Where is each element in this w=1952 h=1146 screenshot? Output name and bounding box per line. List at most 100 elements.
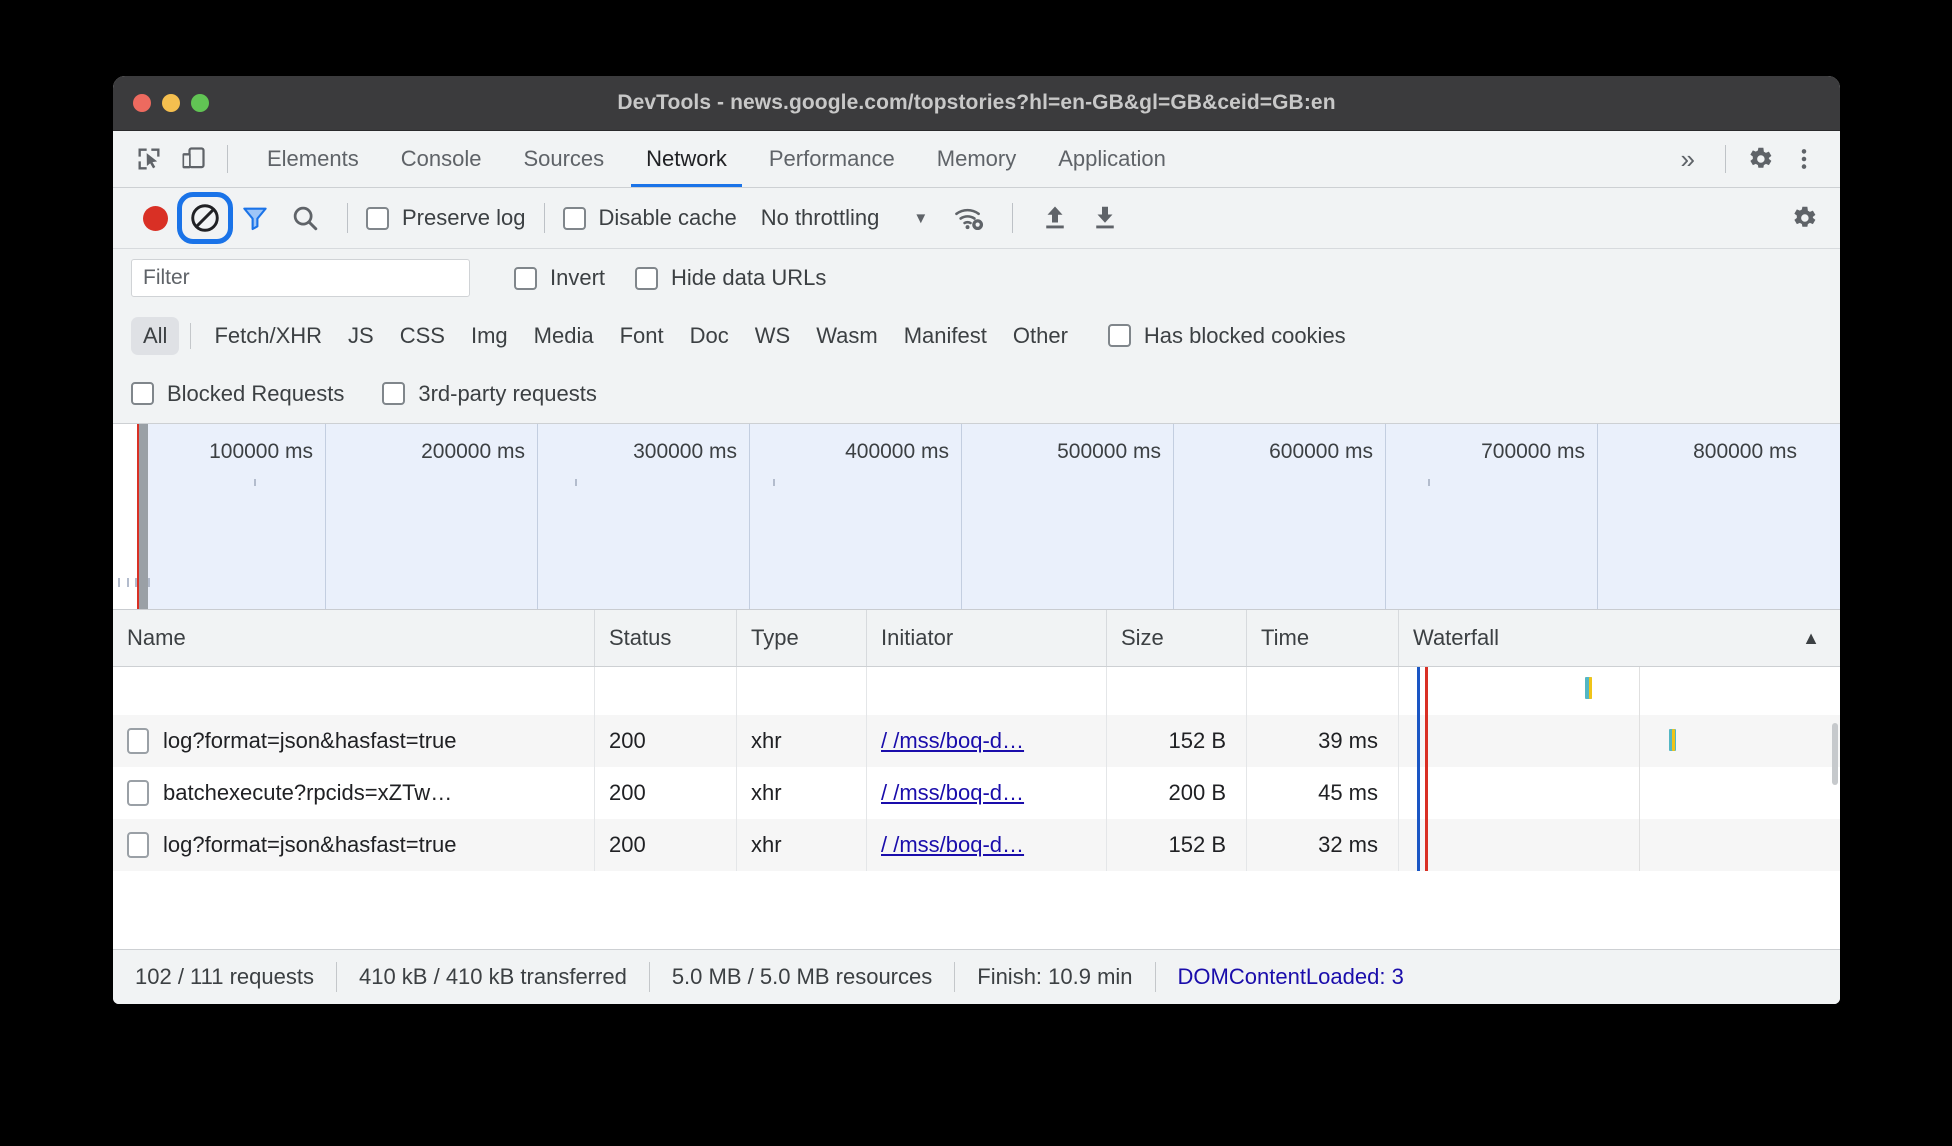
column-header-type[interactable]: Type <box>737 610 867 666</box>
chip-label: JS <box>348 322 374 348</box>
tab-network[interactable]: Network <box>625 131 748 187</box>
type-filter-ws[interactable]: WS <box>743 317 802 355</box>
device-toolbar-icon[interactable] <box>171 137 215 181</box>
type-filter-js[interactable]: JS <box>336 317 386 355</box>
gear-icon[interactable] <box>1738 137 1782 181</box>
hide-data-urls-label: Hide data URLs <box>671 265 827 290</box>
type-filter-other[interactable]: Other <box>1001 317 1080 355</box>
tab-sources[interactable]: Sources <box>502 131 625 187</box>
toolbar-divider-1 <box>347 203 348 233</box>
inspect-icon[interactable] <box>127 137 171 181</box>
overview-tick-label: 200000 ms <box>421 440 525 463</box>
type-filter-css[interactable]: CSS <box>388 317 457 355</box>
cell-name: log?format=json&hasfast=true <box>113 715 595 767</box>
filter-row: Filter Invert Hide data URLs <box>113 249 1840 307</box>
type-filter-wasm[interactable]: Wasm <box>804 317 890 355</box>
blocked-requests-checkbox[interactable]: Blocked Requests <box>131 381 344 407</box>
close-window-button[interactable] <box>133 94 151 112</box>
row-checkbox[interactable] <box>127 728 149 754</box>
tabstrip-actions-divider <box>1725 145 1726 173</box>
filter-funnel-icon <box>243 207 267 231</box>
import-har-button[interactable] <box>1031 196 1079 240</box>
requests-table-body[interactable]: log?format=json&hasfast=true 200 xhr / /… <box>113 667 1840 949</box>
column-header-name[interactable]: Name <box>113 610 595 666</box>
column-header-size[interactable]: Size <box>1107 610 1247 666</box>
tab-elements[interactable]: Elements <box>246 131 380 187</box>
more-tabs-icon[interactable]: » <box>1663 146 1713 172</box>
export-har-button[interactable] <box>1081 196 1129 240</box>
initiator-link[interactable]: / /mss/boq-d… <box>881 832 1024 858</box>
has-blocked-cookies-checkbox[interactable]: Has blocked cookies <box>1107 322 1346 349</box>
network-conditions-button[interactable] <box>946 196 994 240</box>
network-overview-timeline[interactable]: 100000 ms 200000 ms 300000 ms 400000 ms … <box>113 424 1840 610</box>
domcontentloaded-marker <box>1417 667 1420 715</box>
tab-application[interactable]: Application <box>1037 131 1187 187</box>
disable-cache-checkbox[interactable]: Disable cache <box>562 205 737 231</box>
cell-waterfall <box>1399 667 1840 715</box>
type-filter-all[interactable]: All <box>131 316 180 355</box>
network-settings-button[interactable] <box>1780 196 1828 240</box>
column-label: Name <box>127 625 186 650</box>
throttling-select[interactable]: No throttling ▼ <box>761 205 928 231</box>
initiator-link[interactable]: / /mss/boq-d… <box>881 728 1024 754</box>
overview-gridline <box>537 424 538 609</box>
has-blocked-cookies-label: Has blocked cookies <box>1143 322 1346 348</box>
cell-initiator: / /mss/boq-d… <box>867 819 1107 871</box>
type-filter-media[interactable]: Media <box>522 317 606 355</box>
table-row[interactable]: batchexecute?rpcids=xZTw… 200 xhr / /mss… <box>113 767 1840 819</box>
overview-tick-label: 100000 ms <box>209 440 313 463</box>
waterfall-bar-segment <box>1589 677 1592 699</box>
network-status-bar: 102 / 111 requests 410 kB / 410 kB trans… <box>113 949 1840 1004</box>
tab-performance[interactable]: Performance <box>748 131 916 187</box>
tab-memory[interactable]: Memory <box>916 131 1037 187</box>
sort-ascending-icon: ▲ <box>1802 627 1820 648</box>
overview-tick-mark <box>254 479 256 486</box>
kebab-menu-icon[interactable] <box>1782 137 1826 181</box>
tab-console[interactable]: Console <box>380 131 503 187</box>
table-row[interactable]: log?format=json&hasfast=true 200 xhr / /… <box>113 715 1840 767</box>
overview-gridline <box>1597 424 1598 609</box>
overview-tick-mark <box>135 578 137 587</box>
search-icon <box>293 206 318 231</box>
row-checkbox[interactable] <box>127 780 149 806</box>
vertical-scrollbar-thumb[interactable] <box>1832 723 1838 785</box>
checkbox-box <box>562 206 586 230</box>
column-header-status[interactable]: Status <box>595 610 737 666</box>
overview-gridline <box>749 424 750 609</box>
row-checkbox[interactable] <box>127 832 149 858</box>
initiator-link[interactable]: / /mss/boq-d… <box>881 780 1024 806</box>
clear-button[interactable] <box>177 192 233 244</box>
overview-tick-mark <box>118 578 120 587</box>
type-filter-font[interactable]: Font <box>608 317 676 355</box>
column-header-initiator[interactable]: Initiator <box>867 610 1107 666</box>
column-label: Initiator <box>881 625 954 650</box>
type-filter-doc[interactable]: Doc <box>678 317 741 355</box>
checkbox-box <box>131 382 154 405</box>
overview-gridline <box>1173 424 1174 609</box>
hide-data-urls-checkbox[interactable]: Hide data URLs <box>635 265 826 291</box>
cell-time: 45 ms <box>1247 767 1399 819</box>
type-filter-img[interactable]: Img <box>459 317 520 355</box>
column-header-waterfall[interactable]: Waterfall ▲ <box>1399 610 1840 666</box>
table-row[interactable]: log?format=json&hasfast=true 200 xhr / /… <box>113 819 1840 871</box>
toolbar-divider-3 <box>1012 203 1014 233</box>
third-party-requests-checkbox[interactable]: 3rd-party requests <box>382 381 597 407</box>
filter-toggle-button[interactable] <box>231 196 279 240</box>
maximize-window-button[interactable] <box>191 94 209 112</box>
overview-tick-label: 300000 ms <box>633 440 737 463</box>
type-filter-fetch-xhr[interactable]: Fetch/XHR <box>202 317 334 355</box>
record-button[interactable] <box>131 196 179 240</box>
window-controls <box>133 94 209 112</box>
column-header-time[interactable]: Time <box>1247 610 1399 666</box>
type-filter-manifest[interactable]: Manifest <box>892 317 999 355</box>
preserve-log-checkbox[interactable]: Preserve log <box>366 205 526 231</box>
search-button[interactable] <box>281 196 329 240</box>
chip-label: Doc <box>689 322 729 348</box>
invert-checkbox[interactable]: Invert <box>514 265 605 291</box>
overview-tick-mark <box>1428 479 1430 486</box>
status-transferred: 410 kB / 410 kB transferred <box>358 964 627 989</box>
cell-status: 200 <box>595 715 737 767</box>
cell-size: 200 B <box>1107 767 1247 819</box>
minimize-window-button[interactable] <box>162 94 180 112</box>
filter-input[interactable]: Filter <box>131 259 470 297</box>
